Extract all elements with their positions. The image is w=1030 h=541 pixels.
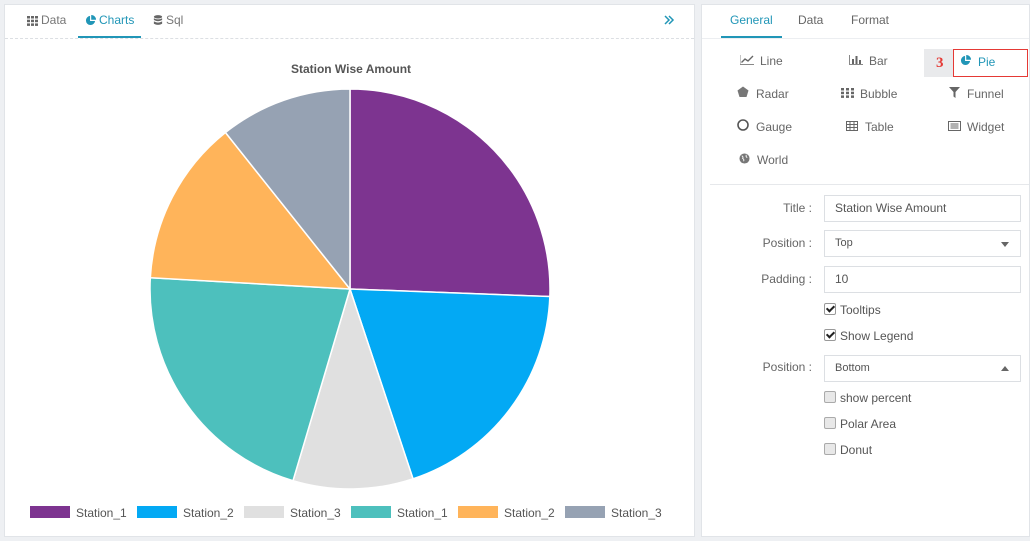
legend-label-1[interactable]: Station_1 bbox=[76, 506, 127, 520]
title-position-select[interactable]: Top bbox=[824, 230, 1021, 257]
checkbox-unchecked-icon bbox=[824, 443, 836, 455]
chart-type-bar-label: Bar bbox=[869, 54, 888, 68]
tooltips-label: Tooltips bbox=[840, 303, 881, 317]
chart-type-bar[interactable]: Bar bbox=[849, 48, 888, 74]
tab-charts-label: Charts bbox=[99, 13, 135, 27]
pie-slices bbox=[149, 88, 551, 490]
step-number: 3 bbox=[936, 55, 944, 71]
tab-sql[interactable]: Sql bbox=[153, 5, 183, 38]
legend-swatch-6[interactable] bbox=[565, 506, 605, 518]
chart-type-table[interactable]: Table bbox=[845, 114, 894, 140]
legend-label-3[interactable]: Station_3 bbox=[290, 506, 341, 520]
legend-swatch-1[interactable] bbox=[30, 506, 70, 518]
legend-label-5[interactable]: Station_2 bbox=[504, 506, 555, 520]
chart-preview-panel: Data Charts Sql Station Wise Amount Stat… bbox=[4, 4, 695, 537]
tab-charts[interactable]: Charts bbox=[78, 5, 142, 38]
legend-swatch-3[interactable] bbox=[244, 506, 284, 518]
padding-label: Padding : bbox=[761, 272, 812, 286]
tab-sql-label: Sql bbox=[166, 13, 184, 27]
pie-chart-icon bbox=[958, 51, 972, 75]
legend-swatch-4[interactable] bbox=[351, 506, 391, 518]
donut-label: Donut bbox=[840, 443, 873, 457]
caret-up-icon bbox=[1001, 366, 1009, 371]
show-legend-checkbox[interactable]: Show Legend bbox=[824, 329, 913, 345]
tab-format[interactable]: Format bbox=[851, 5, 889, 38]
checkbox-unchecked-icon bbox=[824, 391, 836, 403]
chart-type-funnel-label: Funnel bbox=[967, 87, 1004, 101]
chart-type-pie-label: Pie bbox=[978, 55, 996, 69]
double-chevron-right-icon bbox=[664, 15, 675, 25]
tab-data-settings[interactable]: Data bbox=[798, 5, 823, 38]
funnel-icon bbox=[947, 82, 961, 108]
legend-position-label: Position : bbox=[762, 360, 812, 374]
database-icon bbox=[153, 15, 163, 25]
chart-type-line[interactable]: Line bbox=[739, 48, 783, 75]
legend-swatch-2[interactable] bbox=[137, 506, 177, 518]
position-label: Position : bbox=[762, 236, 812, 250]
polar-area-label: Polar Area bbox=[840, 417, 897, 431]
polar-area-checkbox[interactable]: Polar Area bbox=[824, 417, 896, 433]
checkbox-checked-icon bbox=[824, 303, 836, 315]
chart-type-widget-label: Widget bbox=[967, 120, 1005, 134]
section-divider bbox=[710, 184, 1029, 185]
bar-chart-icon bbox=[849, 49, 863, 75]
pie-chart-icon bbox=[85, 14, 97, 26]
chart-type-line-label: Line bbox=[760, 54, 783, 68]
bubble-icon bbox=[840, 82, 854, 108]
settings-tab-bar: General Data Format bbox=[702, 5, 1029, 39]
collapse-panel-button[interactable] bbox=[663, 13, 675, 31]
show-percent-checkbox[interactable]: show percent bbox=[824, 391, 911, 407]
donut-checkbox[interactable]: Donut bbox=[824, 443, 872, 459]
legend-swatch-5[interactable] bbox=[458, 506, 498, 518]
radar-icon bbox=[736, 82, 750, 108]
title-label: Title : bbox=[783, 201, 812, 215]
pie-slice-1[interactable] bbox=[349, 88, 551, 298]
title-position-value: Top bbox=[835, 237, 853, 249]
chart-type-radar[interactable]: Radar bbox=[736, 81, 789, 107]
legend-label-2[interactable]: Station_2 bbox=[183, 506, 234, 520]
chart-type-world[interactable]: World bbox=[737, 147, 788, 173]
pie-chart: Station Wise Amount Station_1 Station_2 St… bbox=[30, 62, 662, 520]
chart-legend: Station_1 Station_2 Station_3 Station_1 Stat… bbox=[30, 506, 662, 520]
chart-type-bubble[interactable]: Bubble bbox=[840, 81, 897, 107]
legend-position-select[interactable]: Bottom bbox=[824, 355, 1021, 382]
left-tab-bar: Data Charts Sql bbox=[5, 5, 694, 39]
chart-type-pie[interactable]: Pie bbox=[953, 49, 1028, 77]
title-input[interactable]: Station Wise Amount bbox=[824, 195, 1021, 222]
chart-settings-panel: General Data Format Line Bar 3 Pie Radar… bbox=[701, 4, 1030, 537]
chart-type-bubble-label: Bubble bbox=[860, 87, 898, 101]
legend-position-value: Bottom bbox=[835, 362, 870, 374]
widget-icon bbox=[947, 115, 961, 141]
tab-data[interactable]: Data bbox=[27, 5, 66, 38]
chart-type-widget[interactable]: Widget bbox=[947, 114, 1004, 140]
tab-data-label: Data bbox=[41, 13, 67, 27]
legend-label-4[interactable]: Station_1 bbox=[397, 506, 448, 520]
tooltips-checkbox[interactable]: Tooltips bbox=[824, 303, 881, 319]
show-percent-label: show percent bbox=[840, 391, 912, 405]
padding-input[interactable]: 10 bbox=[824, 266, 1021, 293]
tab-general[interactable]: General bbox=[721, 5, 782, 38]
globe-icon bbox=[737, 148, 751, 174]
chart-type-radar-label: Radar bbox=[756, 87, 789, 101]
chart-title: Station Wise Amount bbox=[291, 62, 411, 76]
chart-type-gauge-label: Gauge bbox=[756, 120, 793, 134]
gauge-icon bbox=[736, 115, 750, 141]
show-legend-label: Show Legend bbox=[840, 329, 914, 343]
checkbox-checked-icon bbox=[824, 329, 836, 341]
chart-type-table-label: Table bbox=[865, 120, 894, 134]
table-icon bbox=[845, 115, 859, 141]
chart-type-world-label: World bbox=[757, 153, 789, 167]
checkbox-unchecked-icon bbox=[824, 417, 836, 429]
line-chart-icon bbox=[739, 49, 754, 75]
chart-type-gauge[interactable]: Gauge bbox=[736, 114, 792, 140]
legend-label-6[interactable]: Station_3 bbox=[611, 506, 662, 520]
caret-down-icon bbox=[1001, 242, 1009, 247]
grid-icon bbox=[27, 16, 38, 26]
chart-type-funnel[interactable]: Funnel bbox=[947, 81, 1004, 107]
